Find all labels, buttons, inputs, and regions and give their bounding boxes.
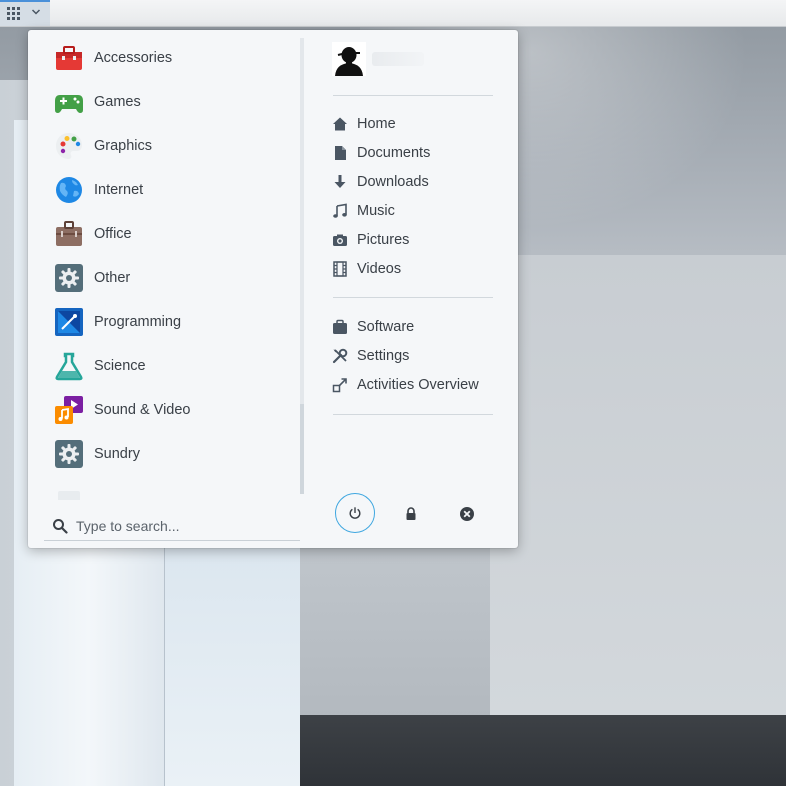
search-bar: [44, 512, 300, 541]
system-label: Activities Overview: [357, 376, 479, 393]
category-office[interactable]: Office: [46, 212, 306, 256]
document-icon: [335, 145, 346, 160]
log-out-button[interactable]: [456, 503, 478, 525]
power-off-button[interactable]: [335, 493, 375, 533]
applications-menu: Accessories Games Graphics Internet Offi…: [28, 30, 518, 548]
camera-icon: [333, 234, 347, 246]
home-icon: [333, 117, 347, 130]
category-label: Graphics: [94, 138, 153, 154]
place-pictures[interactable]: Pictures: [332, 225, 409, 254]
applications-menu-button[interactable]: [0, 0, 50, 26]
gear-icon: [54, 263, 84, 293]
category-item-cutoff: [46, 476, 306, 500]
category-sundry[interactable]: Sundry: [46, 432, 306, 476]
category-other[interactable]: Other: [46, 256, 306, 300]
category-internet[interactable]: Internet: [46, 168, 306, 212]
activities-icon: [332, 377, 347, 392]
palette-icon: [54, 131, 84, 161]
system-activities-overview[interactable]: Activities Overview: [332, 370, 479, 399]
chevron-down-icon: [31, 9, 41, 15]
separator: [333, 95, 493, 96]
category-games[interactable]: Games: [46, 80, 306, 124]
separator: [333, 414, 493, 415]
category-sound-video[interactable]: Sound & Video: [46, 388, 306, 432]
category-label: Internet: [94, 182, 144, 198]
top-panel: [0, 0, 786, 27]
briefcase-icon: [54, 219, 84, 249]
download-icon: [334, 174, 346, 188]
system-software[interactable]: Software: [332, 312, 414, 341]
search-icon: [53, 519, 68, 534]
settings-tools-icon: [332, 348, 348, 363]
wallpaper-window-glow: [165, 540, 300, 786]
place-home[interactable]: Home: [332, 109, 396, 138]
toolbox-icon: [54, 43, 84, 73]
place-music[interactable]: Music: [332, 196, 395, 225]
system-label: Software: [357, 318, 415, 335]
flask-icon: [54, 351, 84, 381]
separator: [333, 297, 493, 298]
search-input[interactable]: [76, 518, 296, 534]
programming-icon: [54, 307, 84, 337]
place-label: Pictures: [357, 231, 410, 248]
category-accessories[interactable]: Accessories: [46, 36, 306, 80]
category-label: Science: [94, 358, 146, 374]
place-label: Downloads: [357, 173, 429, 190]
apps-grid-icon: [7, 7, 20, 20]
wallpaper-floor: [300, 715, 786, 786]
media-icon: [54, 395, 84, 425]
category-label: Sundry: [94, 446, 140, 462]
lock-icon: [406, 507, 416, 520]
film-icon: [333, 260, 347, 277]
place-documents[interactable]: Documents: [332, 138, 430, 167]
close-circle-icon: [460, 507, 474, 521]
username: [372, 52, 424, 66]
gear-icon: [54, 439, 84, 469]
category-graphics[interactable]: Graphics: [46, 124, 306, 168]
music-icon: [333, 203, 347, 218]
category-list: Accessories Games Graphics Internet Offi…: [46, 36, 306, 500]
place-label: Documents: [357, 144, 431, 161]
software-icon: [333, 319, 347, 334]
category-label: Sound & Video: [94, 402, 191, 418]
place-label: Music: [357, 202, 395, 219]
system-settings[interactable]: Settings: [332, 341, 409, 370]
active-indicator: [0, 0, 50, 2]
system-label: Settings: [357, 347, 410, 364]
category-science[interactable]: Science: [46, 344, 306, 388]
category-label: Other: [94, 270, 131, 286]
wallpaper-right-wall: [490, 255, 786, 715]
place-downloads[interactable]: Downloads: [332, 167, 429, 196]
power-icon: [349, 507, 361, 519]
gamepad-icon: [54, 87, 84, 117]
lock-screen-button[interactable]: [400, 503, 422, 525]
place-label: Videos: [357, 260, 402, 277]
category-label: Games: [94, 94, 141, 110]
category-label: Programming: [94, 314, 182, 330]
category-label: Accessories: [94, 50, 173, 66]
category-programming[interactable]: Programming: [46, 300, 306, 344]
avatar: [332, 42, 366, 76]
toolbox-icon: [54, 483, 84, 500]
globe-icon: [54, 175, 84, 205]
category-label: Office: [94, 226, 132, 242]
category-scrollbar-thumb[interactable]: [300, 404, 304, 494]
place-videos[interactable]: Videos: [332, 254, 401, 283]
place-label: Home: [357, 115, 396, 132]
